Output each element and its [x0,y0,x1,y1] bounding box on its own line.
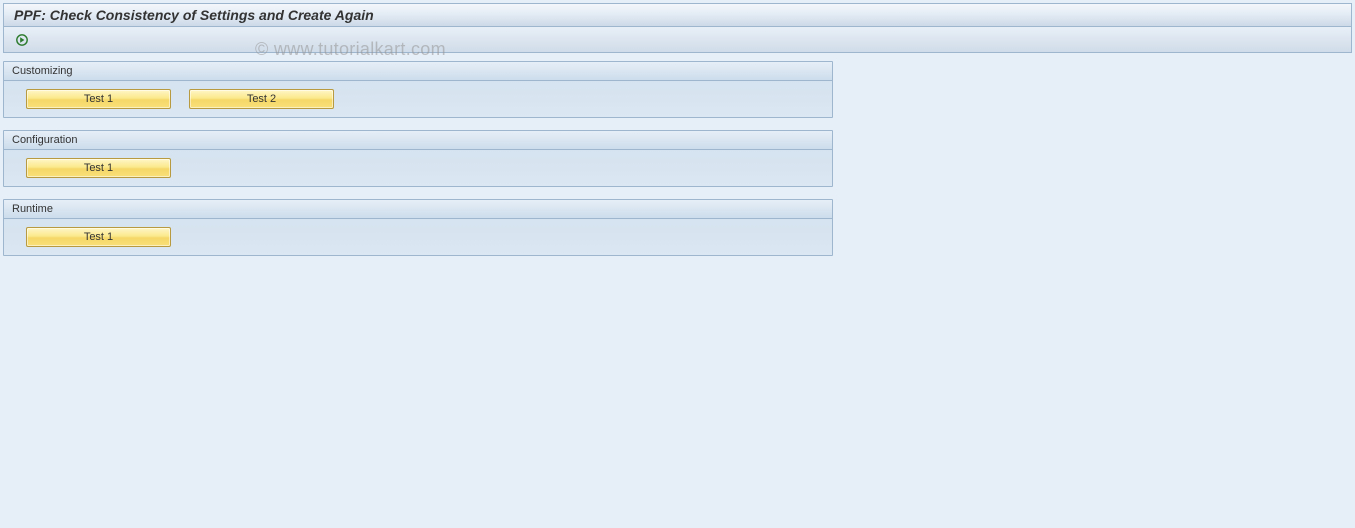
group-title-runtime: Runtime [4,200,832,219]
group-body: Test 1 [4,150,832,186]
group-body: Test 1 Test 2 [4,81,832,117]
group-runtime: Runtime Test 1 [3,199,833,256]
group-title-configuration: Configuration [4,131,832,150]
group-customizing: Customizing Test 1 Test 2 [3,61,833,118]
test2-button[interactable]: Test 2 [189,89,334,109]
test1-button[interactable]: Test 1 [26,158,171,178]
group-title-customizing: Customizing [4,62,832,81]
application-toolbar [3,27,1352,53]
title-bar: PPF: Check Consistency of Settings and C… [3,3,1352,27]
button-label: Test 1 [84,162,113,174]
page-title: PPF: Check Consistency of Settings and C… [14,7,374,23]
test1-button[interactable]: Test 1 [26,89,171,109]
content-area: Customizing Test 1 Test 2 Configuration … [0,53,1355,259]
group-body: Test 1 [4,219,832,255]
test1-button[interactable]: Test 1 [26,227,171,247]
button-label: Test 1 [84,231,113,243]
button-label: Test 2 [247,93,276,105]
group-configuration: Configuration Test 1 [3,130,833,187]
button-label: Test 1 [84,93,113,105]
execute-icon[interactable] [14,32,30,48]
